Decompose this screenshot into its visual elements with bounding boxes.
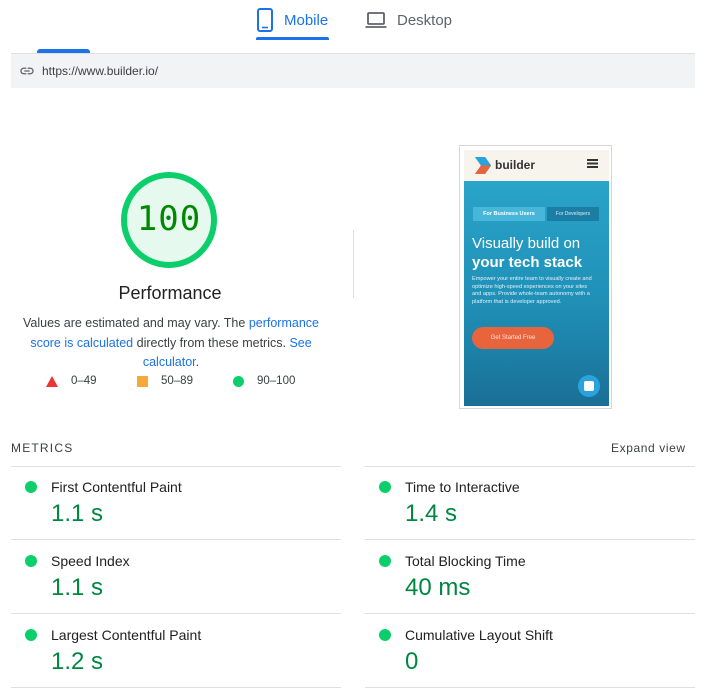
smartphone-icon xyxy=(256,8,274,32)
metric-label-tbt: Total Blocking Time xyxy=(405,553,526,569)
legend-average: 50–89 xyxy=(137,373,193,389)
square-icon xyxy=(137,375,148,387)
performance-title: Performance xyxy=(118,283,222,303)
pass-circle-icon xyxy=(379,555,391,567)
metrics-divider xyxy=(365,539,695,540)
url-text: https://www.builder.io/ xyxy=(42,64,159,78)
pass-circle-icon xyxy=(25,555,37,567)
metric-label-tti: Time to Interactive xyxy=(405,479,520,495)
metric-value-cls: 0 xyxy=(405,648,419,675)
thumb-headline: Visually build on your tech stack xyxy=(472,234,604,272)
thumb-headline-line2: your tech stack xyxy=(472,254,583,271)
metric-label-lcp: Largest Contentful Paint xyxy=(51,627,202,643)
thumb-tab-developers: For Developers xyxy=(547,207,599,221)
metric-label-si: Speed Index xyxy=(51,553,130,569)
metric-value-tbt: 40 ms xyxy=(405,574,471,601)
score-description: Values are estimated and may vary. The p… xyxy=(6,314,336,373)
metrics-divider xyxy=(365,687,695,688)
url-bar: https://www.builder.io/ xyxy=(11,53,695,88)
metric-value-fcp: 1.1 s xyxy=(51,500,104,527)
pass-circle-icon xyxy=(379,481,391,493)
metric-value-lcp: 1.2 s xyxy=(51,648,104,675)
metric-value-tti: 1.4 s xyxy=(405,500,458,527)
metric-label-cls: Cumulative Layout Shift xyxy=(405,627,553,643)
circle-icon xyxy=(233,375,244,387)
legend-average-range: 50–89 xyxy=(161,375,193,387)
legend-fail-range: 0–49 xyxy=(71,375,97,387)
vertical-divider xyxy=(353,230,354,298)
legend-pass-range: 90–100 xyxy=(257,375,296,387)
laptop-icon xyxy=(365,11,387,29)
link-icon xyxy=(19,63,35,79)
metrics-divider xyxy=(365,613,695,614)
hamburger-menu-icon xyxy=(587,159,598,168)
metrics-divider xyxy=(11,539,341,540)
pass-circle-icon xyxy=(379,629,391,641)
tab-mobile-label: Mobile xyxy=(284,11,329,29)
description-text-1: Values are estimated and may vary. The xyxy=(23,316,249,330)
tab-desktop[interactable]: Desktop xyxy=(365,0,465,40)
metric-label-fcp: First Contentful Paint xyxy=(51,479,182,495)
metrics-divider xyxy=(11,466,341,467)
triangle-icon xyxy=(46,375,58,387)
metric-value-si: 1.1 s xyxy=(51,574,104,601)
description-text-3: . xyxy=(195,355,200,369)
thumb-tab-business: For Business Users xyxy=(473,207,545,221)
pass-circle-icon xyxy=(25,481,37,493)
builder-logo-icon xyxy=(475,157,491,174)
legend-fail: 0–49 xyxy=(46,373,97,389)
expand-view-button[interactable]: Expand view xyxy=(611,441,686,455)
thumb-headline-line1: Visually build on xyxy=(472,235,581,252)
performance-score: 100 xyxy=(136,199,202,239)
legend-pass: 90–100 xyxy=(233,373,295,389)
thumb-paragraph: Empower your entire team to visually cre… xyxy=(472,276,592,305)
tab-mobile[interactable]: Mobile xyxy=(256,0,330,40)
thumb-brand: builder xyxy=(495,158,536,172)
tab-desktop-label: Desktop xyxy=(397,11,453,29)
pass-circle-icon xyxy=(25,629,37,641)
thumb-cta-button: Get Started Free xyxy=(472,327,554,349)
tab-active-underline xyxy=(256,37,329,40)
metrics-divider xyxy=(11,613,341,614)
description-text-2: directly from these metrics. xyxy=(133,335,290,350)
metrics-divider xyxy=(11,687,341,688)
metrics-divider xyxy=(365,466,695,467)
chat-icon xyxy=(578,375,600,397)
metrics-heading: METRICS xyxy=(11,441,74,455)
